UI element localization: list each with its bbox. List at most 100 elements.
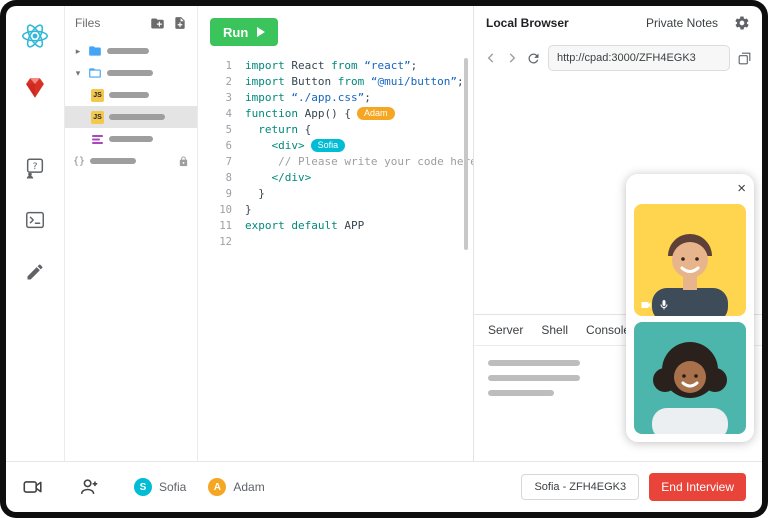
code-token: import xyxy=(245,91,291,104)
svg-text:?: ? xyxy=(33,161,38,172)
code-token: } xyxy=(245,203,252,216)
line-number: 12 xyxy=(210,234,232,250)
line-number: 10 xyxy=(210,202,232,218)
new-file-icon xyxy=(173,16,187,30)
code-text: <div>Sofia xyxy=(245,138,345,154)
room-input[interactable] xyxy=(521,474,639,500)
video-card-header: × xyxy=(634,182,746,198)
js-file-icon: JS xyxy=(91,89,104,102)
code-line[interactable]: 6 <div>Sofia xyxy=(210,138,473,154)
folder-open-icon xyxy=(88,66,102,80)
participant-chip-adam[interactable]: A Adam xyxy=(208,478,264,496)
url-bar[interactable]: http://cpad:3000/ZFH4EGK3 xyxy=(548,45,730,71)
file-row-braces-locked[interactable]: {} xyxy=(65,150,197,172)
mic-icon[interactable] xyxy=(658,299,670,311)
code-text: function App() { Adam xyxy=(245,106,395,122)
video-thumb-adam[interactable] xyxy=(634,204,746,316)
file-name-skeleton xyxy=(109,136,153,142)
refresh-button[interactable] xyxy=(526,51,541,66)
code-line[interactable]: 5 return { xyxy=(210,122,473,138)
camera-icon[interactable] xyxy=(640,299,652,311)
back-button[interactable] xyxy=(484,51,498,65)
add-participant-button[interactable] xyxy=(78,476,100,498)
tab-shell[interactable]: Shell xyxy=(541,323,568,337)
chevron-left-icon xyxy=(484,51,498,65)
new-folder-icon xyxy=(150,16,165,31)
code-token: } xyxy=(258,187,265,200)
browser-toolbar: http://cpad:3000/ZFH4EGK3 xyxy=(474,40,762,76)
file-row-js[interactable]: JS xyxy=(65,84,197,106)
code-token xyxy=(245,187,258,200)
sidebar-item-terminal[interactable] xyxy=(17,202,53,238)
popout-button[interactable] xyxy=(737,51,752,66)
js-file-icon: JS xyxy=(91,111,104,124)
gear-icon xyxy=(734,15,750,31)
code-token: () { xyxy=(324,107,351,120)
adam-cursor-label: Adam xyxy=(357,107,395,120)
line-number: 5 xyxy=(210,122,232,138)
play-icon xyxy=(257,27,265,37)
code-token: “./app.css” xyxy=(291,91,364,104)
code-token: from xyxy=(331,59,364,72)
video-thumb-sofia[interactable] xyxy=(634,322,746,434)
camera-toggle-button[interactable] xyxy=(22,476,44,498)
code-line[interactable]: 2import Button from “@mui/button”; xyxy=(210,74,473,90)
private-notes-link[interactable]: Private Notes xyxy=(646,16,718,30)
files-panel: Files ▸ xyxy=(65,6,198,461)
sidebar-item-question[interactable]: ? xyxy=(17,150,53,186)
code-line[interactable]: 10} xyxy=(210,202,473,218)
code-line[interactable]: 1import React from “react”; xyxy=(210,58,473,74)
local-browser-title[interactable]: Local Browser xyxy=(486,16,569,30)
ruby-logo-icon xyxy=(22,75,48,101)
participant-chip-sofia[interactable]: S Sofia xyxy=(134,478,186,496)
code-token: function xyxy=(245,107,305,120)
code-line[interactable]: 3import “./app.css”; xyxy=(210,90,473,106)
refresh-icon xyxy=(526,51,541,66)
forward-button[interactable] xyxy=(505,51,519,65)
line-number: 6 xyxy=(210,138,232,154)
code-line[interactable]: 4function App() {Adam xyxy=(210,106,473,122)
code-token: App xyxy=(305,107,325,120)
lock-icon xyxy=(178,156,189,167)
close-button[interactable]: × xyxy=(737,182,746,198)
code-line[interactable]: 12 xyxy=(210,234,473,250)
sidebar-item-ruby[interactable] xyxy=(17,70,53,106)
code-line[interactable]: 7 // Please write your code here xyxy=(210,154,473,170)
code-token: from xyxy=(338,75,371,88)
settings-button[interactable] xyxy=(734,15,750,31)
line-number: 11 xyxy=(210,218,232,234)
code-token: Button xyxy=(291,75,337,88)
code-text: import React from “react”; xyxy=(245,58,417,74)
end-interview-button[interactable]: End Interview xyxy=(649,473,746,501)
code-token: APP xyxy=(344,219,364,232)
code-token: import xyxy=(245,59,291,72)
code-line[interactable]: 8 </div> xyxy=(210,170,473,186)
code-editor[interactable]: Run 1import React from “react”;2import B… xyxy=(198,6,473,461)
tab-server[interactable]: Server xyxy=(488,323,523,337)
tab-console[interactable]: Console xyxy=(586,323,630,337)
code-token: <div> xyxy=(272,139,305,152)
new-file-button[interactable] xyxy=(173,16,187,30)
file-name-skeleton xyxy=(107,70,153,76)
app-window: ? xyxy=(0,0,768,518)
file-name-skeleton xyxy=(107,48,149,54)
code-token: { xyxy=(298,123,311,136)
popout-icon xyxy=(737,51,752,66)
file-name-skeleton xyxy=(90,158,136,164)
editor-scrollbar[interactable] xyxy=(464,58,468,250)
code-text: import Button from “@mui/button”; xyxy=(245,74,464,90)
file-row-folder-collapsed[interactable]: ▸ xyxy=(65,40,197,62)
code-text: </div> xyxy=(245,170,311,186)
code-line[interactable]: 11 export default APP xyxy=(210,218,473,234)
sidebar-item-draw[interactable] xyxy=(17,254,53,290)
code-line[interactable]: 9 } xyxy=(210,186,473,202)
question-card-icon: ? xyxy=(24,157,46,179)
sidebar-item-react[interactable] xyxy=(17,18,53,54)
file-row-js-selected[interactable]: JS xyxy=(65,106,197,128)
file-row-folder-open[interactable]: ▾ xyxy=(65,62,197,84)
new-folder-button[interactable] xyxy=(150,16,165,31)
file-row-purple[interactable] xyxy=(65,128,197,150)
code-token: import xyxy=(245,75,291,88)
run-button[interactable]: Run xyxy=(210,18,278,46)
code-text: export default APP xyxy=(245,218,364,234)
